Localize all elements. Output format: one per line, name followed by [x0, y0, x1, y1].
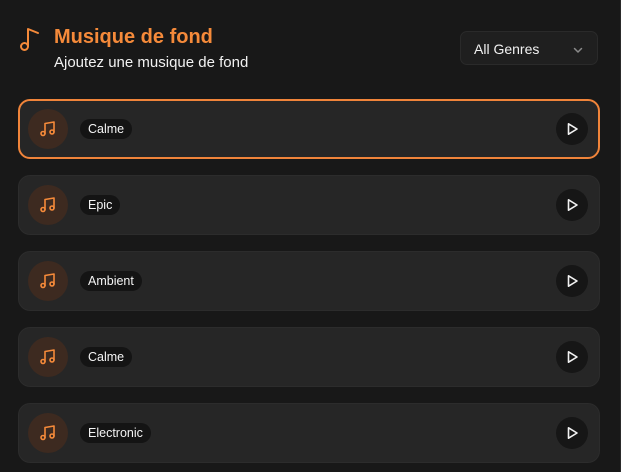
track-label: Calme [80, 347, 133, 367]
track-item[interactable]: Electronic [18, 403, 600, 463]
play-button[interactable] [556, 113, 588, 145]
track-item[interactable]: Ambient [18, 251, 600, 311]
music-notes-icon [28, 413, 68, 453]
track-label: Electronic [80, 423, 151, 443]
play-button[interactable] [556, 341, 588, 373]
track-item[interactable]: Calme [18, 99, 600, 159]
background-music-panel: Musique de fond Ajoutez une musique de f… [0, 0, 621, 472]
music-notes-icon [28, 337, 68, 377]
music-notes-icon [28, 261, 68, 301]
track-list: Calme Epic Ambient Calme Electronic [18, 99, 600, 472]
track-label: Calme [80, 119, 133, 139]
chevron-down-icon [572, 43, 584, 55]
track-label: Ambient [80, 271, 142, 291]
music-notes-icon [28, 109, 68, 149]
play-button[interactable] [556, 189, 588, 221]
track-item[interactable]: Calme [18, 327, 600, 387]
track-label: Epic [80, 195, 121, 215]
track-item[interactable]: Epic [18, 175, 600, 235]
music-notes-icon [28, 185, 68, 225]
genre-filter-select[interactable]: All Genres [460, 31, 598, 65]
play-button[interactable] [556, 417, 588, 449]
panel-subtitle: Ajoutez une musique de fond [54, 54, 249, 71]
panel-header: Musique de fond Ajoutez une musique de f… [18, 24, 600, 74]
genre-filter-value: All Genres [474, 41, 540, 57]
play-button[interactable] [556, 265, 588, 297]
panel-title: Musique de fond [54, 26, 213, 48]
music-note-icon [18, 26, 42, 52]
